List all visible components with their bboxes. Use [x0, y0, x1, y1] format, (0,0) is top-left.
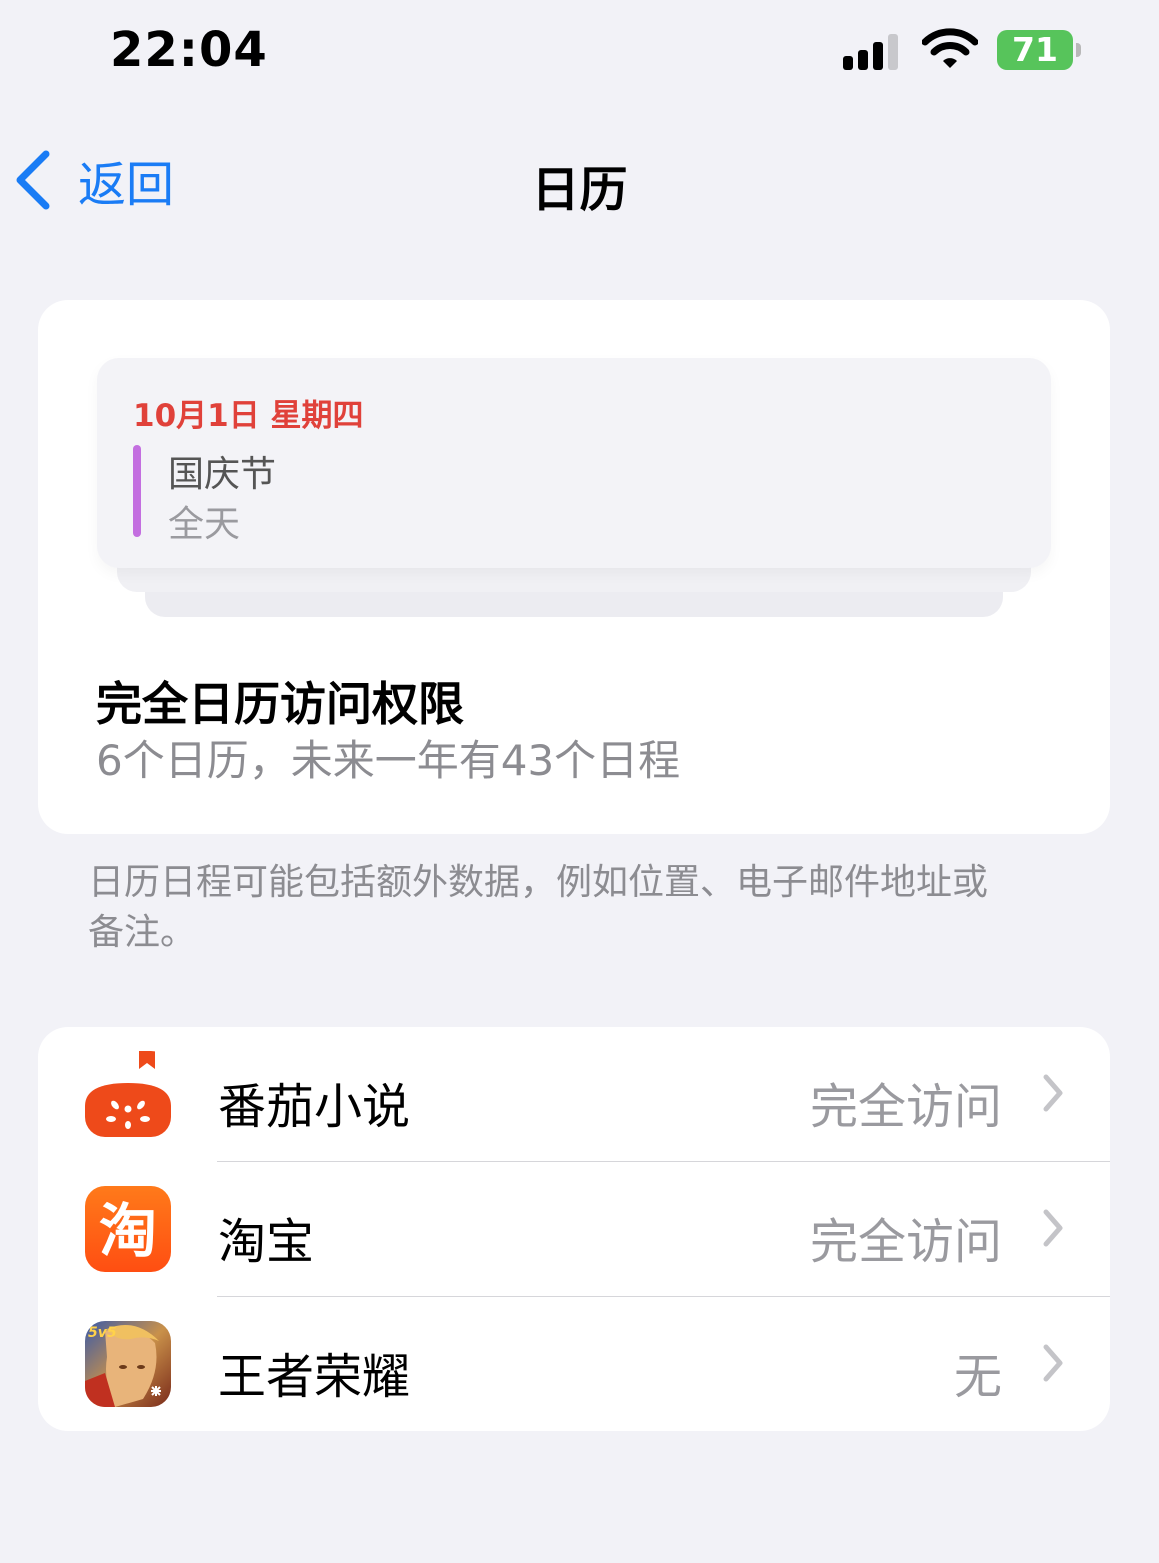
- event-date: 10月1日 星期四: [133, 398, 364, 434]
- event-time: 全天: [168, 504, 241, 545]
- honor-of-kings-icon: 5v5: [85, 1321, 171, 1407]
- status-time: 22:04: [110, 22, 268, 78]
- footnote: 日历日程可能包括额外数据，例如位置、电子邮件地址或备注。: [88, 862, 989, 953]
- cellular-signal-icon: [843, 32, 903, 70]
- event-color-bar: [133, 445, 141, 537]
- chevron-right-icon: [1043, 1344, 1063, 1382]
- list-item-app[interactable]: 淘 淘宝 完全访问: [38, 1162, 1110, 1296]
- battery-icon: 71: [997, 30, 1081, 70]
- list-item-app[interactable]: 5v5 王者荣耀 无: [38, 1297, 1110, 1431]
- taobao-icon: 淘: [85, 1186, 171, 1272]
- access-value: 无: [953, 1349, 1002, 1405]
- event-name: 国庆节: [168, 454, 277, 495]
- app-list: 番茄小说 完全访问 淘 淘宝 完全访问 5v5 王者荣耀 无: [38, 1027, 1110, 1431]
- permission-title: 完全日历访问权限: [96, 677, 464, 731]
- battery-level: 71: [1012, 30, 1058, 69]
- svg-text:5v5: 5v5: [88, 1325, 117, 1341]
- chevron-right-icon: [1043, 1074, 1063, 1112]
- access-value: 完全访问: [809, 1214, 1002, 1270]
- app-name: 王者荣耀: [218, 1349, 411, 1405]
- app-name: 淘宝: [218, 1214, 315, 1270]
- fanqie-novel-icon: [85, 1051, 171, 1137]
- access-value: 完全访问: [809, 1079, 1002, 1135]
- page-title: 日历: [531, 162, 628, 218]
- list-item-app[interactable]: 番茄小说 完全访问: [38, 1027, 1110, 1161]
- app-name: 番茄小说: [218, 1079, 411, 1135]
- svg-text:淘: 淘: [99, 1197, 157, 1265]
- chevron-right-icon: [1043, 1209, 1063, 1247]
- permission-subtitle: 6个日历，未来一年有43个日程: [96, 736, 681, 785]
- wifi-icon: [922, 28, 978, 68]
